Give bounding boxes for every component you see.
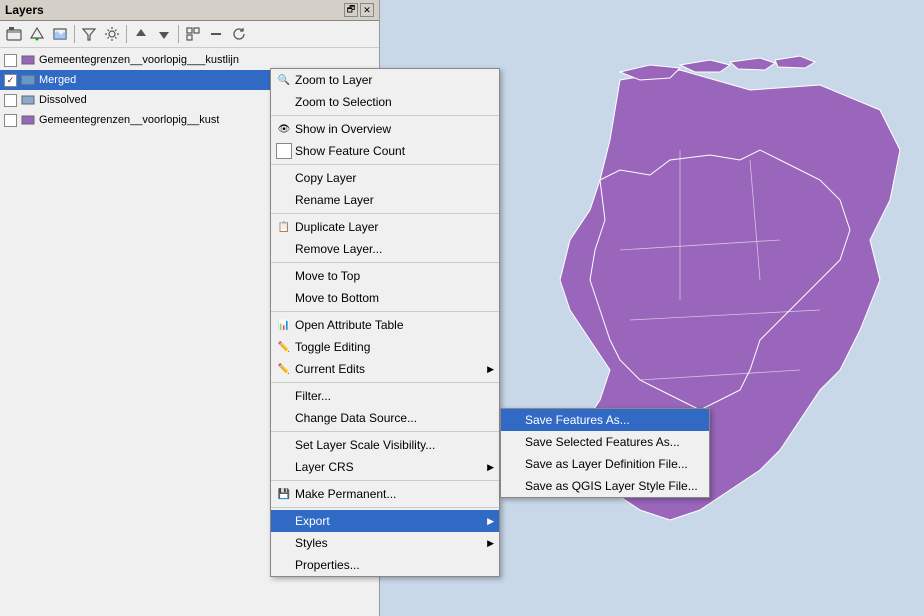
separator-4 xyxy=(271,262,499,263)
layer-checkbox-dissolved[interactable] xyxy=(4,94,17,107)
submenu-save-as-qgis-style[interactable]: Save as QGIS Layer Style File... xyxy=(501,475,709,497)
menu-copy-layer[interactable]: Copy Layer xyxy=(271,167,499,189)
menu-duplicate-layer[interactable]: 📋 Duplicate Layer xyxy=(271,216,499,238)
menu-move-top[interactable]: Move to Top xyxy=(271,265,499,287)
filter-button[interactable] xyxy=(78,23,100,45)
zoom-selection-icon xyxy=(276,94,292,110)
move-down-button[interactable] xyxy=(153,23,175,45)
submenu-save-as-layer-def[interactable]: Save as Layer Definition File... xyxy=(501,453,709,475)
layers-toolbar xyxy=(0,21,379,48)
export-submenu: Save Features As... Save Selected Featur… xyxy=(500,408,710,498)
layers-title-bar: Layers 🗗 ✕ xyxy=(0,0,379,21)
layer-checkbox[interactable] xyxy=(4,54,17,67)
menu-properties[interactable]: Properties... xyxy=(271,554,499,576)
separator-2 xyxy=(271,164,499,165)
layer-name-gemeente2: Gemeentegrenzen__voorlopig__kust xyxy=(39,114,219,126)
add-vector-button[interactable] xyxy=(26,23,48,45)
move-up-button[interactable] xyxy=(130,23,152,45)
menu-current-edits[interactable]: ✏️ Current Edits xyxy=(271,358,499,380)
layer-name-merged: Merged xyxy=(39,74,76,86)
menu-styles[interactable]: Styles xyxy=(271,532,499,554)
separator-3 xyxy=(271,213,499,214)
add-raster-button[interactable] xyxy=(49,23,71,45)
submenu-save-features-as[interactable]: Save Features As... xyxy=(501,409,709,431)
menu-rename-layer[interactable]: Rename Layer xyxy=(271,189,499,211)
menu-move-bottom[interactable]: Move to Bottom xyxy=(271,287,499,309)
close-button[interactable]: ✕ xyxy=(360,3,374,17)
edit-icon: ✏️ xyxy=(276,339,292,355)
menu-zoom-to-selection[interactable]: Zoom to Selection xyxy=(271,91,499,113)
separator-9 xyxy=(271,507,499,508)
separator-1 xyxy=(271,115,499,116)
duplicate-icon: 📋 xyxy=(276,219,292,235)
permanent-icon: 💾 xyxy=(276,486,292,502)
menu-make-permanent[interactable]: 💾 Make Permanent... xyxy=(271,483,499,505)
zoom-layer-icon: 🔍 xyxy=(276,72,292,88)
layer-checkbox-merged[interactable] xyxy=(4,74,17,87)
toolbar-separator-1 xyxy=(74,25,75,43)
separator-5 xyxy=(271,311,499,312)
separator-7 xyxy=(271,431,499,432)
refresh-button[interactable] xyxy=(228,23,250,45)
menu-set-scale-visibility[interactable]: Set Layer Scale Visibility... xyxy=(271,434,499,456)
toolbar-separator-3 xyxy=(178,25,179,43)
layer-polygon-icon-dissolved xyxy=(20,92,36,108)
menu-layer-crs[interactable]: Layer CRS xyxy=(271,456,499,478)
layer-polygon-icon xyxy=(20,52,36,68)
context-menu: 🔍 Zoom to Layer Zoom to Selection 👁 Show… xyxy=(270,68,500,577)
current-edits-icon: ✏️ xyxy=(276,361,292,377)
collapse-all-button[interactable] xyxy=(205,23,227,45)
menu-filter[interactable]: Filter... xyxy=(271,385,499,407)
menu-zoom-to-layer[interactable]: 🔍 Zoom to Layer xyxy=(271,69,499,91)
restore-button[interactable]: 🗗 xyxy=(344,3,358,17)
separator-8 xyxy=(271,480,499,481)
menu-show-overview[interactable]: 👁 Show in Overview xyxy=(271,118,499,140)
separator-6 xyxy=(271,382,499,383)
menu-remove-layer[interactable]: Remove Layer... xyxy=(271,238,499,260)
overview-icon: 👁 xyxy=(276,121,292,137)
layer-polygon-icon-gemeente2 xyxy=(20,112,36,128)
toolbar-separator-2 xyxy=(126,25,127,43)
layer-item[interactable]: Gemeentegrenzen__voorlopig___kustlijn xyxy=(0,50,379,70)
settings-button[interactable] xyxy=(101,23,123,45)
menu-open-attribute-table[interactable]: 📊 Open Attribute Table xyxy=(271,314,499,336)
expand-all-button[interactable] xyxy=(182,23,204,45)
menu-toggle-editing[interactable]: ✏️ Toggle Editing xyxy=(271,336,499,358)
submenu-save-selected-features-as[interactable]: Save Selected Features As... xyxy=(501,431,709,453)
layer-name: Gemeentegrenzen__voorlopig___kustlijn xyxy=(39,54,239,66)
open-layer-button[interactable] xyxy=(3,23,25,45)
menu-show-feature-count[interactable]: Show Feature Count xyxy=(271,140,499,162)
layer-checkbox-gemeente2[interactable] xyxy=(4,114,17,127)
menu-change-data-source[interactable]: Change Data Source... xyxy=(271,407,499,429)
layer-name-dissolved: Dissolved xyxy=(39,94,87,106)
table-icon: 📊 xyxy=(276,317,292,333)
feature-count-check xyxy=(276,143,292,159)
menu-export[interactable]: Export xyxy=(271,510,499,532)
layer-polygon-icon-merged xyxy=(20,72,36,88)
layers-panel-title: Layers xyxy=(5,3,44,17)
title-buttons: 🗗 ✕ xyxy=(344,3,374,17)
